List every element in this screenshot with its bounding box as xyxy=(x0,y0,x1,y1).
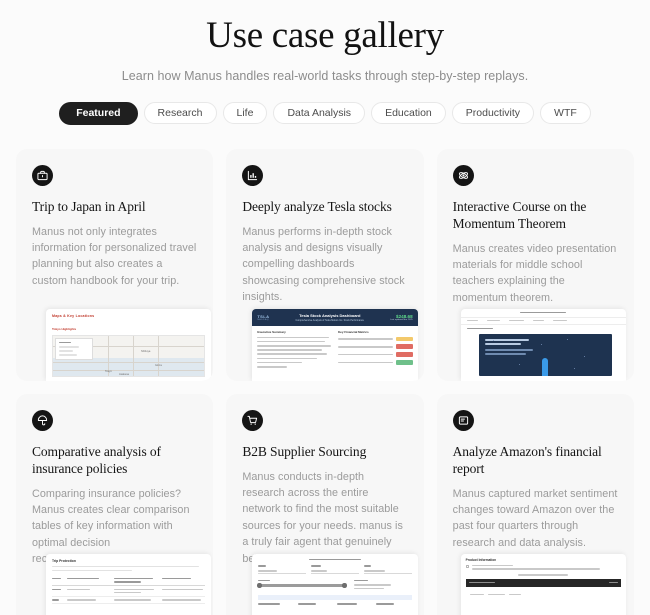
certifications-options xyxy=(353,579,412,590)
map-label: Asakusa xyxy=(119,372,129,376)
rocket-graphic xyxy=(542,358,549,377)
dashboard-header: TSLA NASDAQ Tesla Stock Analysis Dashboa… xyxy=(252,308,418,326)
thumbnail-heading: Trip Protection xyxy=(52,558,76,563)
document-report-icon xyxy=(452,409,474,431)
card-title: B2B Supplier Sourcing xyxy=(242,443,367,459)
card-title: Trip to Japan in April xyxy=(32,198,146,214)
card-description: Manus creates video presentation materia… xyxy=(452,242,617,304)
card-description: Manus performs in-depth stock analysis a… xyxy=(242,225,405,304)
form-field xyxy=(258,565,307,574)
card-thumbnail-map-document: Maps & Key Locations Tokyo Highlights Sh… xyxy=(46,308,212,381)
metrics-column: Key Financial Metrics xyxy=(338,330,413,368)
checkbox-icon xyxy=(465,565,469,569)
table-row xyxy=(52,586,206,597)
map-label: Tokyo xyxy=(105,369,112,373)
ticker-symbol: TSLA xyxy=(257,313,270,319)
page-header: Use case gallery Learn how Manus handles… xyxy=(16,0,634,83)
thumbnail-heading: Maps & Key Locations xyxy=(52,313,95,318)
table-header-row xyxy=(52,575,206,587)
use-case-card-momentum-theorem[interactable]: Interactive Course on the Momentum Theor… xyxy=(436,148,634,381)
thumbnail-subheading: Comprehensive Analysis of Tesla Motors I… xyxy=(295,318,365,322)
results-header-row xyxy=(258,600,411,605)
section-heading: Key Financial Metrics xyxy=(338,329,369,334)
terminal-bar xyxy=(465,578,621,587)
form-field xyxy=(363,565,412,574)
use-case-card-trip-to-japan[interactable]: Trip to Japan in April Manus not only in… xyxy=(16,148,214,381)
page-title: Use case gallery xyxy=(206,15,444,56)
chart-bar-icon xyxy=(242,164,264,186)
use-case-card-tesla-stocks[interactable]: Deeply analyze Tesla stocks Manus perfor… xyxy=(226,148,424,381)
map-label: Ginza xyxy=(155,363,162,367)
filter-chip-education[interactable]: Education xyxy=(371,102,446,125)
use-case-gallery-page: Use case gallery Learn how Manus handles… xyxy=(0,0,650,615)
filter-chip-research[interactable]: Research xyxy=(143,102,217,125)
filter-chip-data-analysis[interactable]: Data Analysis xyxy=(273,102,366,125)
card-title: Comparative analysis of insurance polici… xyxy=(32,443,161,476)
card-thumbnail-stock-dashboard: TSLA NASDAQ Tesla Stock Analysis Dashboa… xyxy=(252,308,418,381)
map-info-panel xyxy=(55,337,93,360)
thumbnail-heading: Product Information xyxy=(465,557,497,562)
price-range-slider[interactable] xyxy=(257,579,347,590)
status-label-wrap xyxy=(466,574,621,576)
card-title: Interactive Course on the Momentum Theor… xyxy=(452,198,587,231)
atom-icon xyxy=(452,164,474,186)
dashboard-body: Executive Summary Key Financial Metrics xyxy=(252,326,417,372)
table-row xyxy=(52,597,206,605)
checklist-item xyxy=(465,564,621,571)
card-thumbnail-slide-deck xyxy=(460,308,626,381)
map-preview: Shibuya Tokyo Asakusa Ginza xyxy=(52,334,206,377)
thumbnail-subheading: Tokyo Highlights xyxy=(52,326,77,331)
footer-tabs xyxy=(466,593,621,596)
use-case-card-b2b-supplier-sourcing[interactable]: B2B Supplier Sourcing Manus conducts in-… xyxy=(226,393,424,615)
card-description: Manus not only integrates information fo… xyxy=(32,225,197,287)
stock-price: $248.68 xyxy=(396,313,413,319)
shopping-cart-icon xyxy=(242,409,264,431)
filter-chip-life[interactable]: Life xyxy=(222,102,268,125)
section-heading: Executive Summary xyxy=(257,329,286,334)
use-case-card-amazon-financial-report[interactable]: Analyze Amazon's financial report Manus … xyxy=(436,393,634,615)
card-description: Manus captured market sentiment changes … xyxy=(452,487,618,549)
filter-chip-wtf[interactable]: WTF xyxy=(540,102,591,125)
slide-preview xyxy=(478,334,612,377)
executive-summary-column: Executive Summary xyxy=(257,330,332,368)
card-title: Deeply analyze Tesla stocks xyxy=(242,198,392,214)
briefcase-icon xyxy=(32,164,53,186)
comparison-table xyxy=(52,575,206,605)
thumbnail-heading-wrap xyxy=(258,558,411,561)
category-filter-bar: Featured Research Life Data Analysis Edu… xyxy=(16,101,634,125)
ticker-exchange: NASDAQ xyxy=(257,318,269,321)
map-label: Shibuya xyxy=(141,349,151,353)
card-description: Manus conducts in-depth research across … xyxy=(242,470,403,565)
deck-tabs xyxy=(460,318,626,325)
card-thumbnail-supplier-form xyxy=(252,553,418,615)
card-title: Analyze Amazon's financial report xyxy=(452,443,602,476)
umbrella-icon xyxy=(32,409,53,431)
deck-topbar xyxy=(460,309,626,318)
form-fields xyxy=(258,565,412,574)
card-thumbnail-report-terminal: Product Information xyxy=(460,553,626,615)
page-subtitle: Learn how Manus handles real-world tasks… xyxy=(121,68,529,83)
thumbnail-heading: Tesla Stock Analysis Dashboard xyxy=(299,312,361,318)
use-case-card-insurance-policies[interactable]: Comparative analysis of insurance polici… xyxy=(16,393,214,615)
card-thumbnail-comparison-table: Trip Protection xyxy=(46,553,212,615)
filter-chip-productivity[interactable]: Productivity xyxy=(451,102,535,125)
form-field xyxy=(311,565,359,574)
use-case-grid: Trip to Japan in April Manus not only in… xyxy=(16,148,634,615)
stock-price-updated: Last updated Mar 2025 xyxy=(390,318,413,321)
filter-chip-featured[interactable]: Featured xyxy=(59,101,138,125)
